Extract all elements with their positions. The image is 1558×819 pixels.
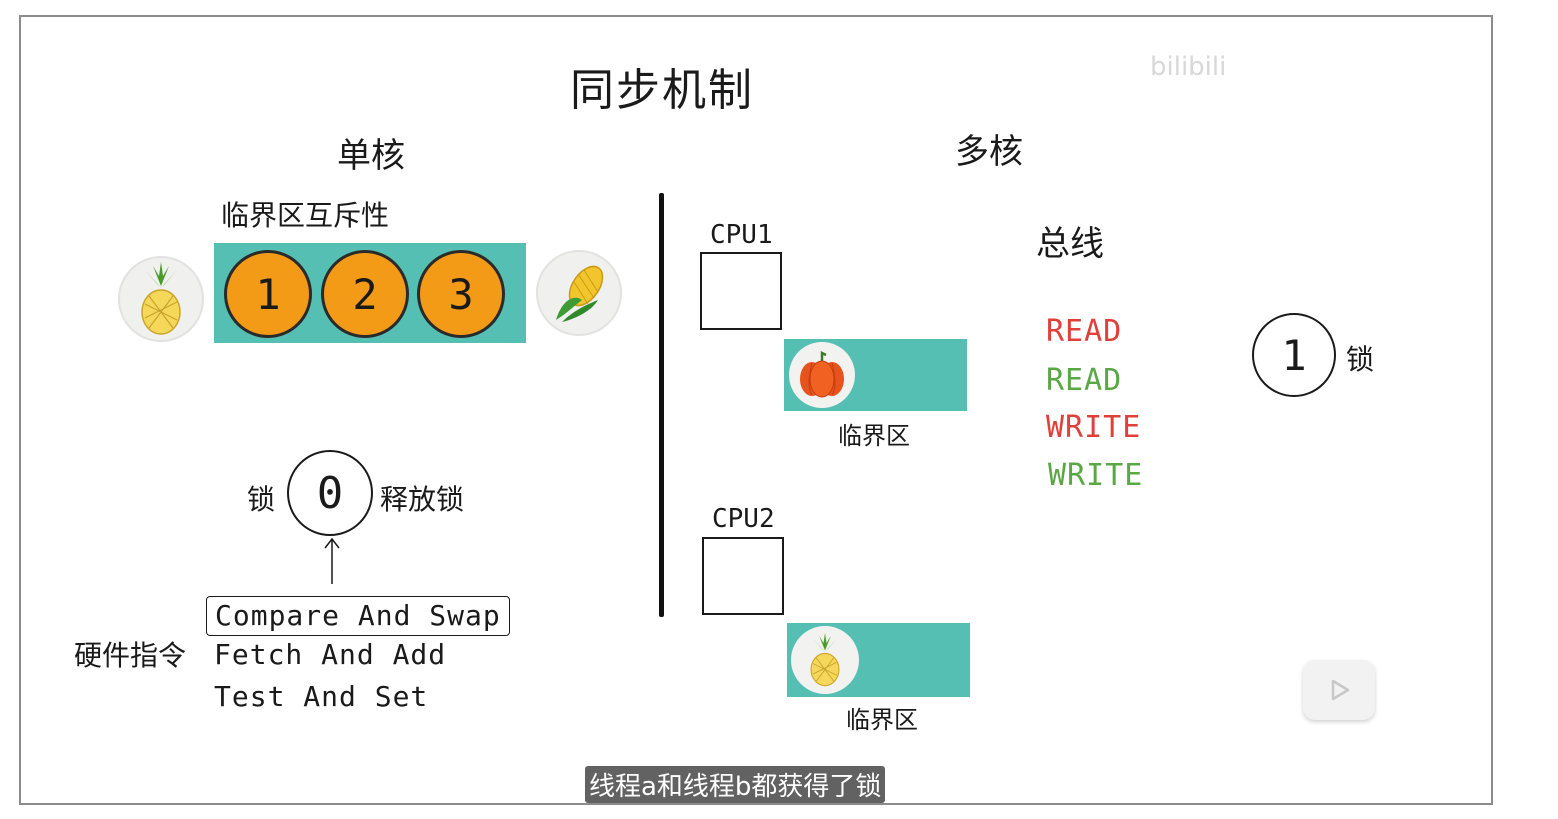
cpu1-label: CPU1 xyxy=(710,220,773,250)
single-core-heading: 单核 xyxy=(337,136,405,176)
cpu2-label: CPU2 xyxy=(712,504,775,534)
arrow-up-icon xyxy=(324,537,340,584)
cpu2-box xyxy=(702,537,784,615)
hardware-instruction-label: 硬件指令 xyxy=(74,639,187,672)
critical-section-mutex-label: 临界区互斥性 xyxy=(221,199,390,232)
pineapple-icon xyxy=(118,256,204,342)
bus-op-write-2: WRITE xyxy=(1048,458,1144,493)
pineapple-icon xyxy=(791,626,859,694)
bus-op-read-2: READ xyxy=(1046,363,1123,398)
lock-value-single: 0 xyxy=(287,450,373,536)
bus-label: 总线 xyxy=(1036,224,1104,264)
slot-3: 3 xyxy=(417,250,505,338)
critical-section-2-label: 临界区 xyxy=(846,706,918,734)
multi-core-heading: 多核 xyxy=(955,132,1023,172)
lock-label-single: 锁 xyxy=(247,483,276,516)
instruction-compare-and-swap: Compare And Swap xyxy=(206,596,510,636)
watermark: bilibili xyxy=(1150,52,1227,82)
instruction-test-and-set: Test And Set xyxy=(214,680,429,713)
slot-1: 1 xyxy=(224,250,312,338)
play-button[interactable] xyxy=(1303,660,1375,720)
slot-2: 2 xyxy=(321,250,409,338)
video-subtitle: 线程a和线程b都获得了锁 xyxy=(585,766,886,803)
page-title: 同步机制 xyxy=(570,65,754,116)
cpu1-box xyxy=(700,252,782,330)
pumpkin-icon xyxy=(789,342,855,408)
corn-icon xyxy=(536,250,622,336)
release-lock-label: 释放锁 xyxy=(380,483,465,516)
instruction-fetch-and-add: Fetch And Add xyxy=(214,638,447,671)
bus-op-read-1: READ xyxy=(1046,314,1123,349)
critical-section-1-label: 临界区 xyxy=(838,422,910,450)
play-icon xyxy=(1331,679,1350,701)
lock-label-multi: 锁 xyxy=(1346,343,1375,376)
lock-value-multi: 1 xyxy=(1252,313,1336,397)
vertical-divider xyxy=(659,193,664,617)
bus-op-write-1: WRITE xyxy=(1046,410,1142,445)
